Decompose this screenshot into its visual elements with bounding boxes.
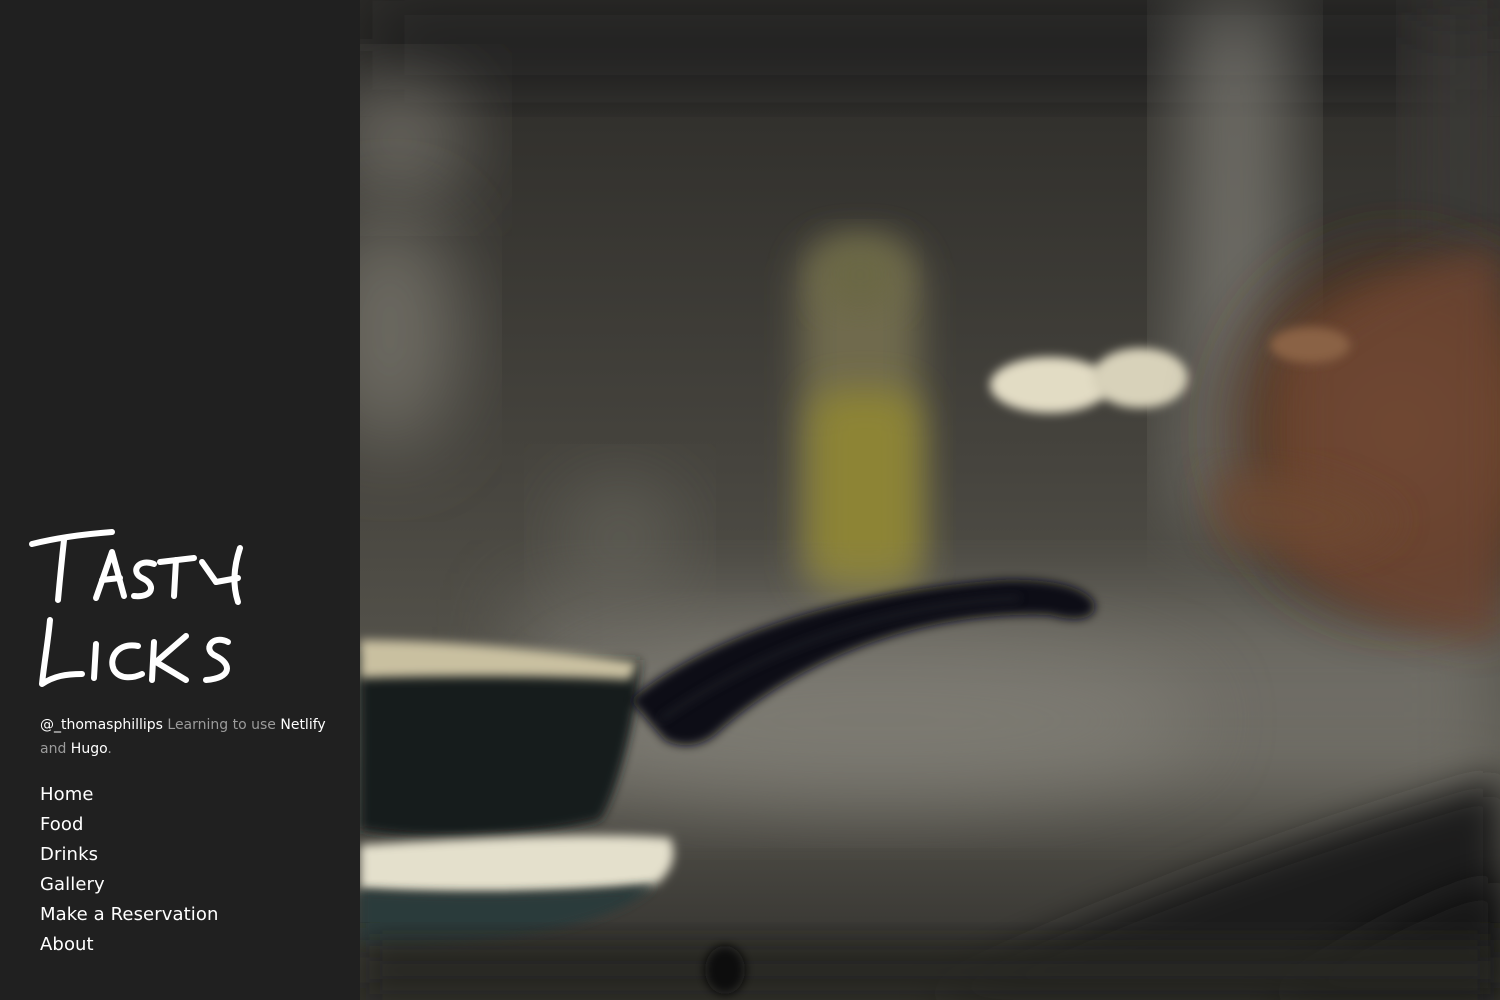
main-nav: Home Food Drinks Gallery Make a Reservat…: [40, 780, 218, 960]
nav-item: Food: [40, 810, 218, 840]
tagline: @_thomasphillips Learning to use Netlify…: [40, 713, 330, 761]
nav-item: About: [40, 930, 218, 960]
site-logo[interactable]: [26, 518, 256, 698]
nav-link-about[interactable]: About: [40, 930, 218, 960]
twitter-handle-link[interactable]: @_thomasphillips: [40, 717, 163, 733]
nav-item: Drinks: [40, 840, 218, 870]
nav-link-drinks[interactable]: Drinks: [40, 840, 218, 870]
nav-link-home[interactable]: Home: [40, 780, 218, 810]
hero-image: [360, 0, 1500, 1000]
sidebar: @_thomasphillips Learning to use Netlify…: [0, 0, 360, 1000]
nav-link-gallery[interactable]: Gallery: [40, 870, 218, 900]
tagline-text-and: and: [40, 741, 71, 757]
nav-link-reservation[interactable]: Make a Reservation: [40, 900, 218, 930]
nav-item: Home: [40, 780, 218, 810]
hugo-link[interactable]: Hugo: [71, 741, 108, 757]
blurred-kitchen-photo: [360, 0, 1500, 1000]
page: @_thomasphillips Learning to use Netlify…: [0, 0, 1500, 1000]
nav-link-food[interactable]: Food: [40, 810, 218, 840]
tagline-period: .: [107, 741, 112, 757]
tagline-text: Learning to use: [162, 717, 281, 733]
nav-item: Make a Reservation: [40, 900, 218, 930]
nav-item: Gallery: [40, 870, 218, 900]
logo-wordmark: [29, 529, 243, 687]
netlify-link[interactable]: Netlify: [280, 717, 325, 733]
